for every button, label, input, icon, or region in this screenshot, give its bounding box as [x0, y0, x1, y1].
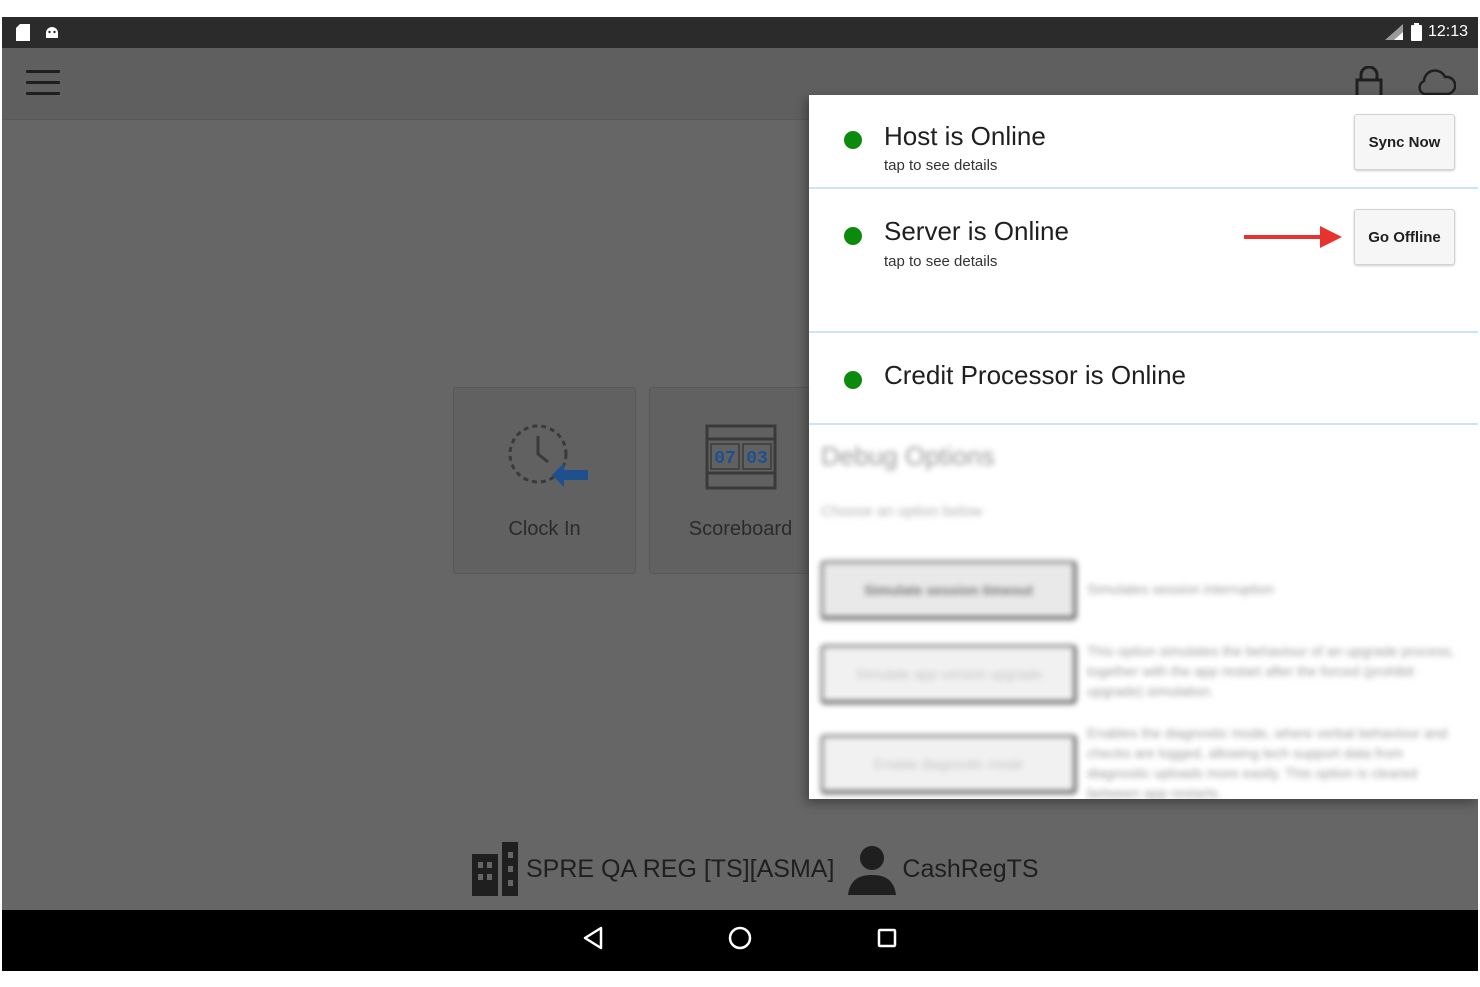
recent-apps-icon[interactable] — [877, 928, 897, 948]
back-icon[interactable] — [582, 926, 604, 950]
cloud-icon[interactable] — [1416, 68, 1456, 96]
building-icon — [472, 842, 518, 896]
sd-card-icon — [16, 24, 30, 41]
user-label: CashRegTS — [902, 854, 1039, 883]
credit-status-title: Credit Processor is Online — [884, 360, 1186, 390]
server-online-dot — [844, 227, 862, 245]
debug-subheading: Choose an option below — [821, 503, 982, 520]
simulate-timeout-button[interactable]: Simulate session timeout — [821, 561, 1076, 619]
signal-icon — [1384, 24, 1403, 40]
simulate-upgrade-desc: This option simulates the behaviour of a… — [1087, 643, 1455, 699]
clock-in-label: Clock In — [508, 518, 581, 540]
diagnostic-mode-desc: Enables the diagnostic mode, where verba… — [1087, 725, 1448, 799]
host-status-title: Host is Online — [884, 121, 1046, 151]
debug-options-section: Debug Options Choose an option below Sim… — [809, 427, 1478, 799]
android-icon — [46, 27, 58, 38]
simulate-timeout-desc: Simulates session interruption — [1087, 581, 1274, 597]
host-details-hint: tap to see details — [884, 157, 998, 174]
credit-processor-status-row[interactable]: Credit Processor is Online — [809, 333, 1478, 425]
host-online-dot — [844, 131, 862, 149]
sync-now-button[interactable]: Sync Now — [1354, 114, 1455, 170]
debug-heading: Debug Options — [821, 441, 995, 471]
diagnostic-mode-button[interactable]: Enable diagnostic mode — [821, 735, 1076, 793]
status-bar: 12:13 — [2, 17, 1478, 48]
connection-status-panel: Host is Online tap to see details Sync N… — [809, 95, 1478, 799]
clock-in-tile[interactable]: Clock In — [453, 387, 636, 574]
simulate-upgrade-button[interactable]: Simulate app version upgrade — [821, 645, 1076, 703]
server-status-title: Server is Online — [884, 216, 1069, 246]
scoreboard-right-digits: 03 — [746, 449, 768, 469]
credit-online-dot — [844, 371, 862, 389]
battery-icon — [1410, 23, 1422, 41]
tablet-screen: 12:13 Clock In 07 03 Scoreboard SPRE QA … — [2, 17, 1478, 971]
navigation-bar — [2, 910, 1478, 971]
clock-in-icon — [508, 424, 588, 487]
scoreboard-label: Scoreboard — [688, 518, 793, 540]
scoreboard-icon: 07 03 — [705, 424, 777, 490]
go-offline-button[interactable]: Go Offline — [1354, 209, 1455, 265]
scoreboard-left-digits: 07 — [714, 449, 736, 469]
server-details-hint: tap to see details — [884, 253, 998, 270]
server-status-row[interactable]: Server is Online tap to see details Go O… — [809, 189, 1478, 333]
scoreboard-tile[interactable]: 07 03 Scoreboard — [649, 387, 832, 574]
user-icon — [848, 846, 897, 895]
hamburger-menu-icon[interactable] — [26, 70, 60, 98]
annotation-arrow-icon — [1244, 226, 1342, 248]
host-status-row[interactable]: Host is Online tap to see details Sync N… — [809, 95, 1478, 189]
clock-time: 12:13 — [1427, 23, 1468, 40]
location-label: SPRE QA REG [TS][ASMA] — [526, 854, 835, 883]
footer-info: SPRE QA REG [TS][ASMA] CashRegTS — [470, 839, 1053, 899]
home-icon[interactable] — [728, 926, 752, 950]
